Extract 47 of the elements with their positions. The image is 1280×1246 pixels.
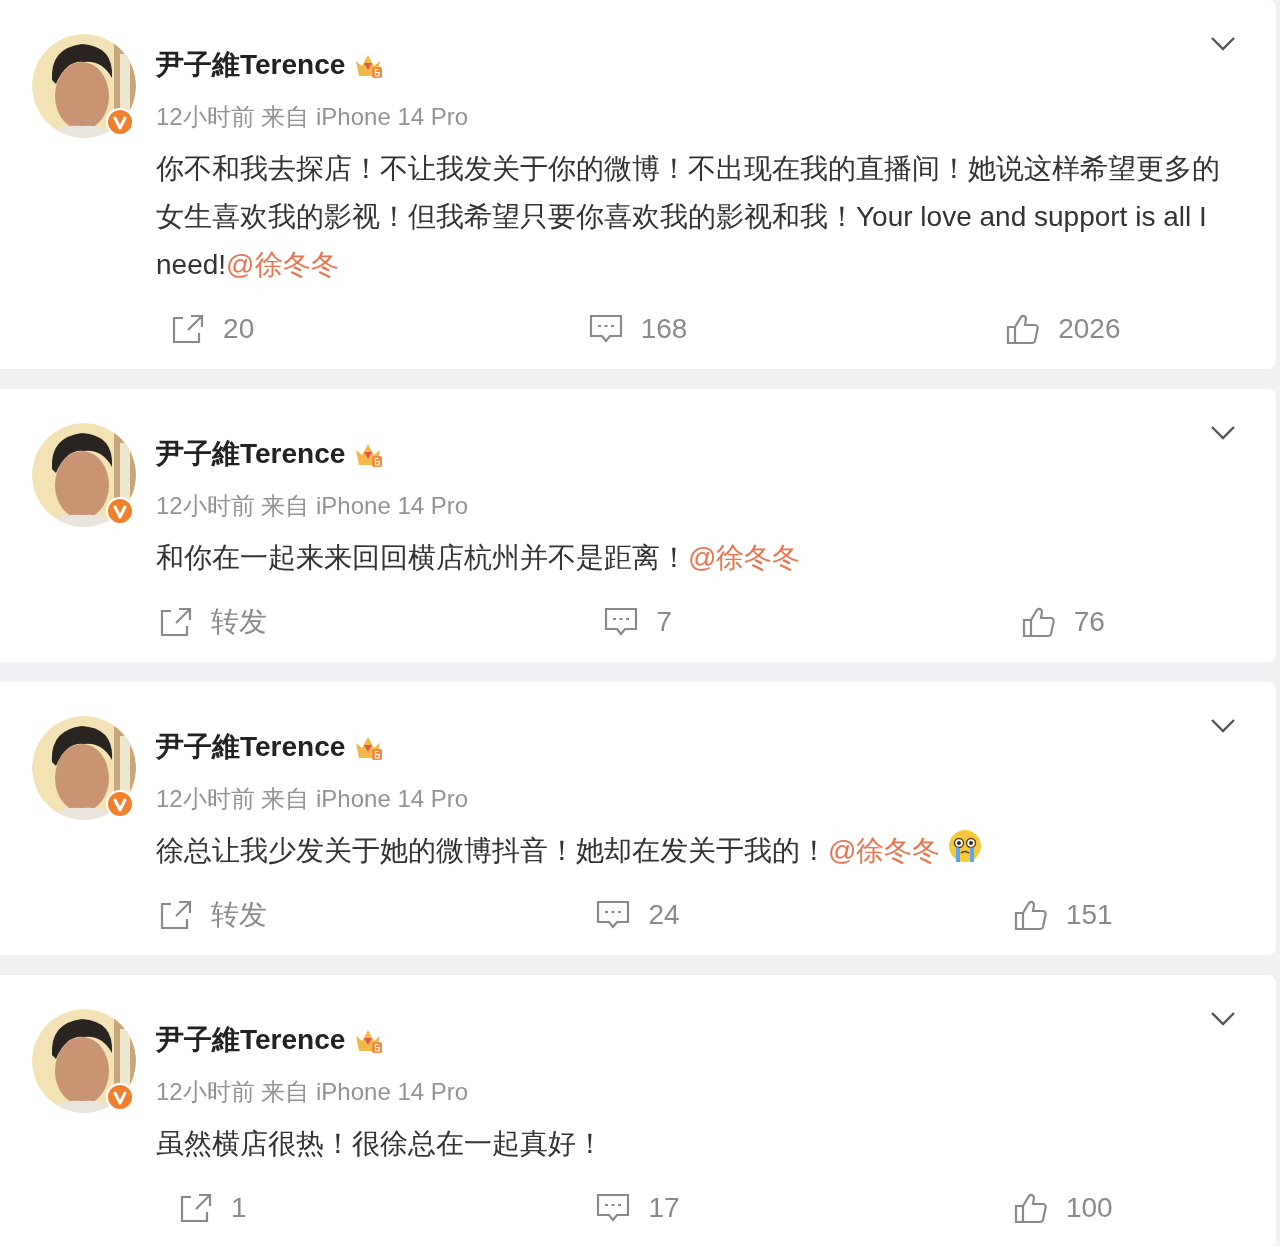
comment-button[interactable]: 24 <box>425 885 851 945</box>
comment-icon <box>604 606 639 638</box>
repost-button[interactable]: 转发 <box>0 592 426 652</box>
repost-button[interactable]: 1 <box>0 1178 426 1238</box>
author-name[interactable]: 尹子維Terence <box>156 1019 346 1061</box>
thumbs-up-icon <box>1006 313 1041 345</box>
author-name[interactable]: 尹子維Terence <box>156 44 346 86</box>
thumbs-up-icon <box>1013 899 1048 931</box>
like-button[interactable]: 76 <box>850 592 1276 652</box>
comment-icon <box>596 1192 631 1224</box>
chevron-down-icon[interactable] <box>1210 36 1236 52</box>
verified-badge-icon <box>106 108 134 136</box>
repost-button[interactable]: 20 <box>0 299 426 359</box>
verified-badge-icon <box>106 497 134 525</box>
comment-button[interactable]: 168 <box>425 299 851 359</box>
thumbs-up-icon <box>1013 1192 1048 1224</box>
thumbs-up-icon <box>1021 606 1056 638</box>
mention-link[interactable]: @徐冬冬 <box>226 249 339 280</box>
post-text: 和你在一起来来回回横店杭州并不是距离！@徐冬冬 <box>156 541 802 575</box>
post-meta: 12小时前 来自 iPhone 14 Pro <box>156 491 469 521</box>
post-text: 徐总让我少发关于她的微博抖音！她却在发关于我的！@徐冬冬 <box>156 827 1240 875</box>
like-button[interactable]: 100 <box>850 1178 1276 1238</box>
share-icon <box>158 899 193 931</box>
mention-link[interactable]: @徐冬冬 <box>688 542 801 573</box>
comment-button[interactable]: 17 <box>425 1178 851 1238</box>
like-button[interactable]: 151 <box>850 885 1276 945</box>
repost-button[interactable]: 转发 <box>0 885 426 945</box>
post-text: 虽然横店很热！很徐总在一起真好！ <box>156 1127 605 1161</box>
post-meta: 12小时前 来自 iPhone 14 Pro <box>156 784 469 814</box>
comment-icon <box>596 899 631 931</box>
share-icon <box>158 606 193 638</box>
share-icon <box>171 313 206 345</box>
chevron-down-icon[interactable] <box>1210 718 1236 734</box>
post-meta: 12小时前 来自 iPhone 14 Pro <box>156 102 469 132</box>
verified-badge-icon <box>106 790 134 818</box>
verified-badge-icon <box>106 1083 134 1111</box>
share-icon <box>178 1192 213 1224</box>
comment-button[interactable]: 7 <box>425 592 851 652</box>
chevron-down-icon[interactable] <box>1210 425 1236 441</box>
comment-icon <box>588 313 623 345</box>
like-button[interactable]: 2026 <box>850 299 1276 359</box>
author-name[interactable]: 尹子維Terence <box>156 726 346 768</box>
author-name[interactable]: 尹子維Terence <box>156 433 346 475</box>
mention-link[interactable]: @徐冬冬 <box>828 835 941 866</box>
post-meta: 12小时前 来自 iPhone 14 Pro <box>156 1077 469 1107</box>
chevron-down-icon[interactable] <box>1210 1011 1236 1027</box>
post-text: 你不和我去探店！不让我发关于你的微博！不出现在我的直播间！她说这样希望更多的女生喜欢我的影视！但我希望只要你喜欢我的影视和我！Your love and support is all I need!@徐冬冬 <box>156 152 1221 282</box>
